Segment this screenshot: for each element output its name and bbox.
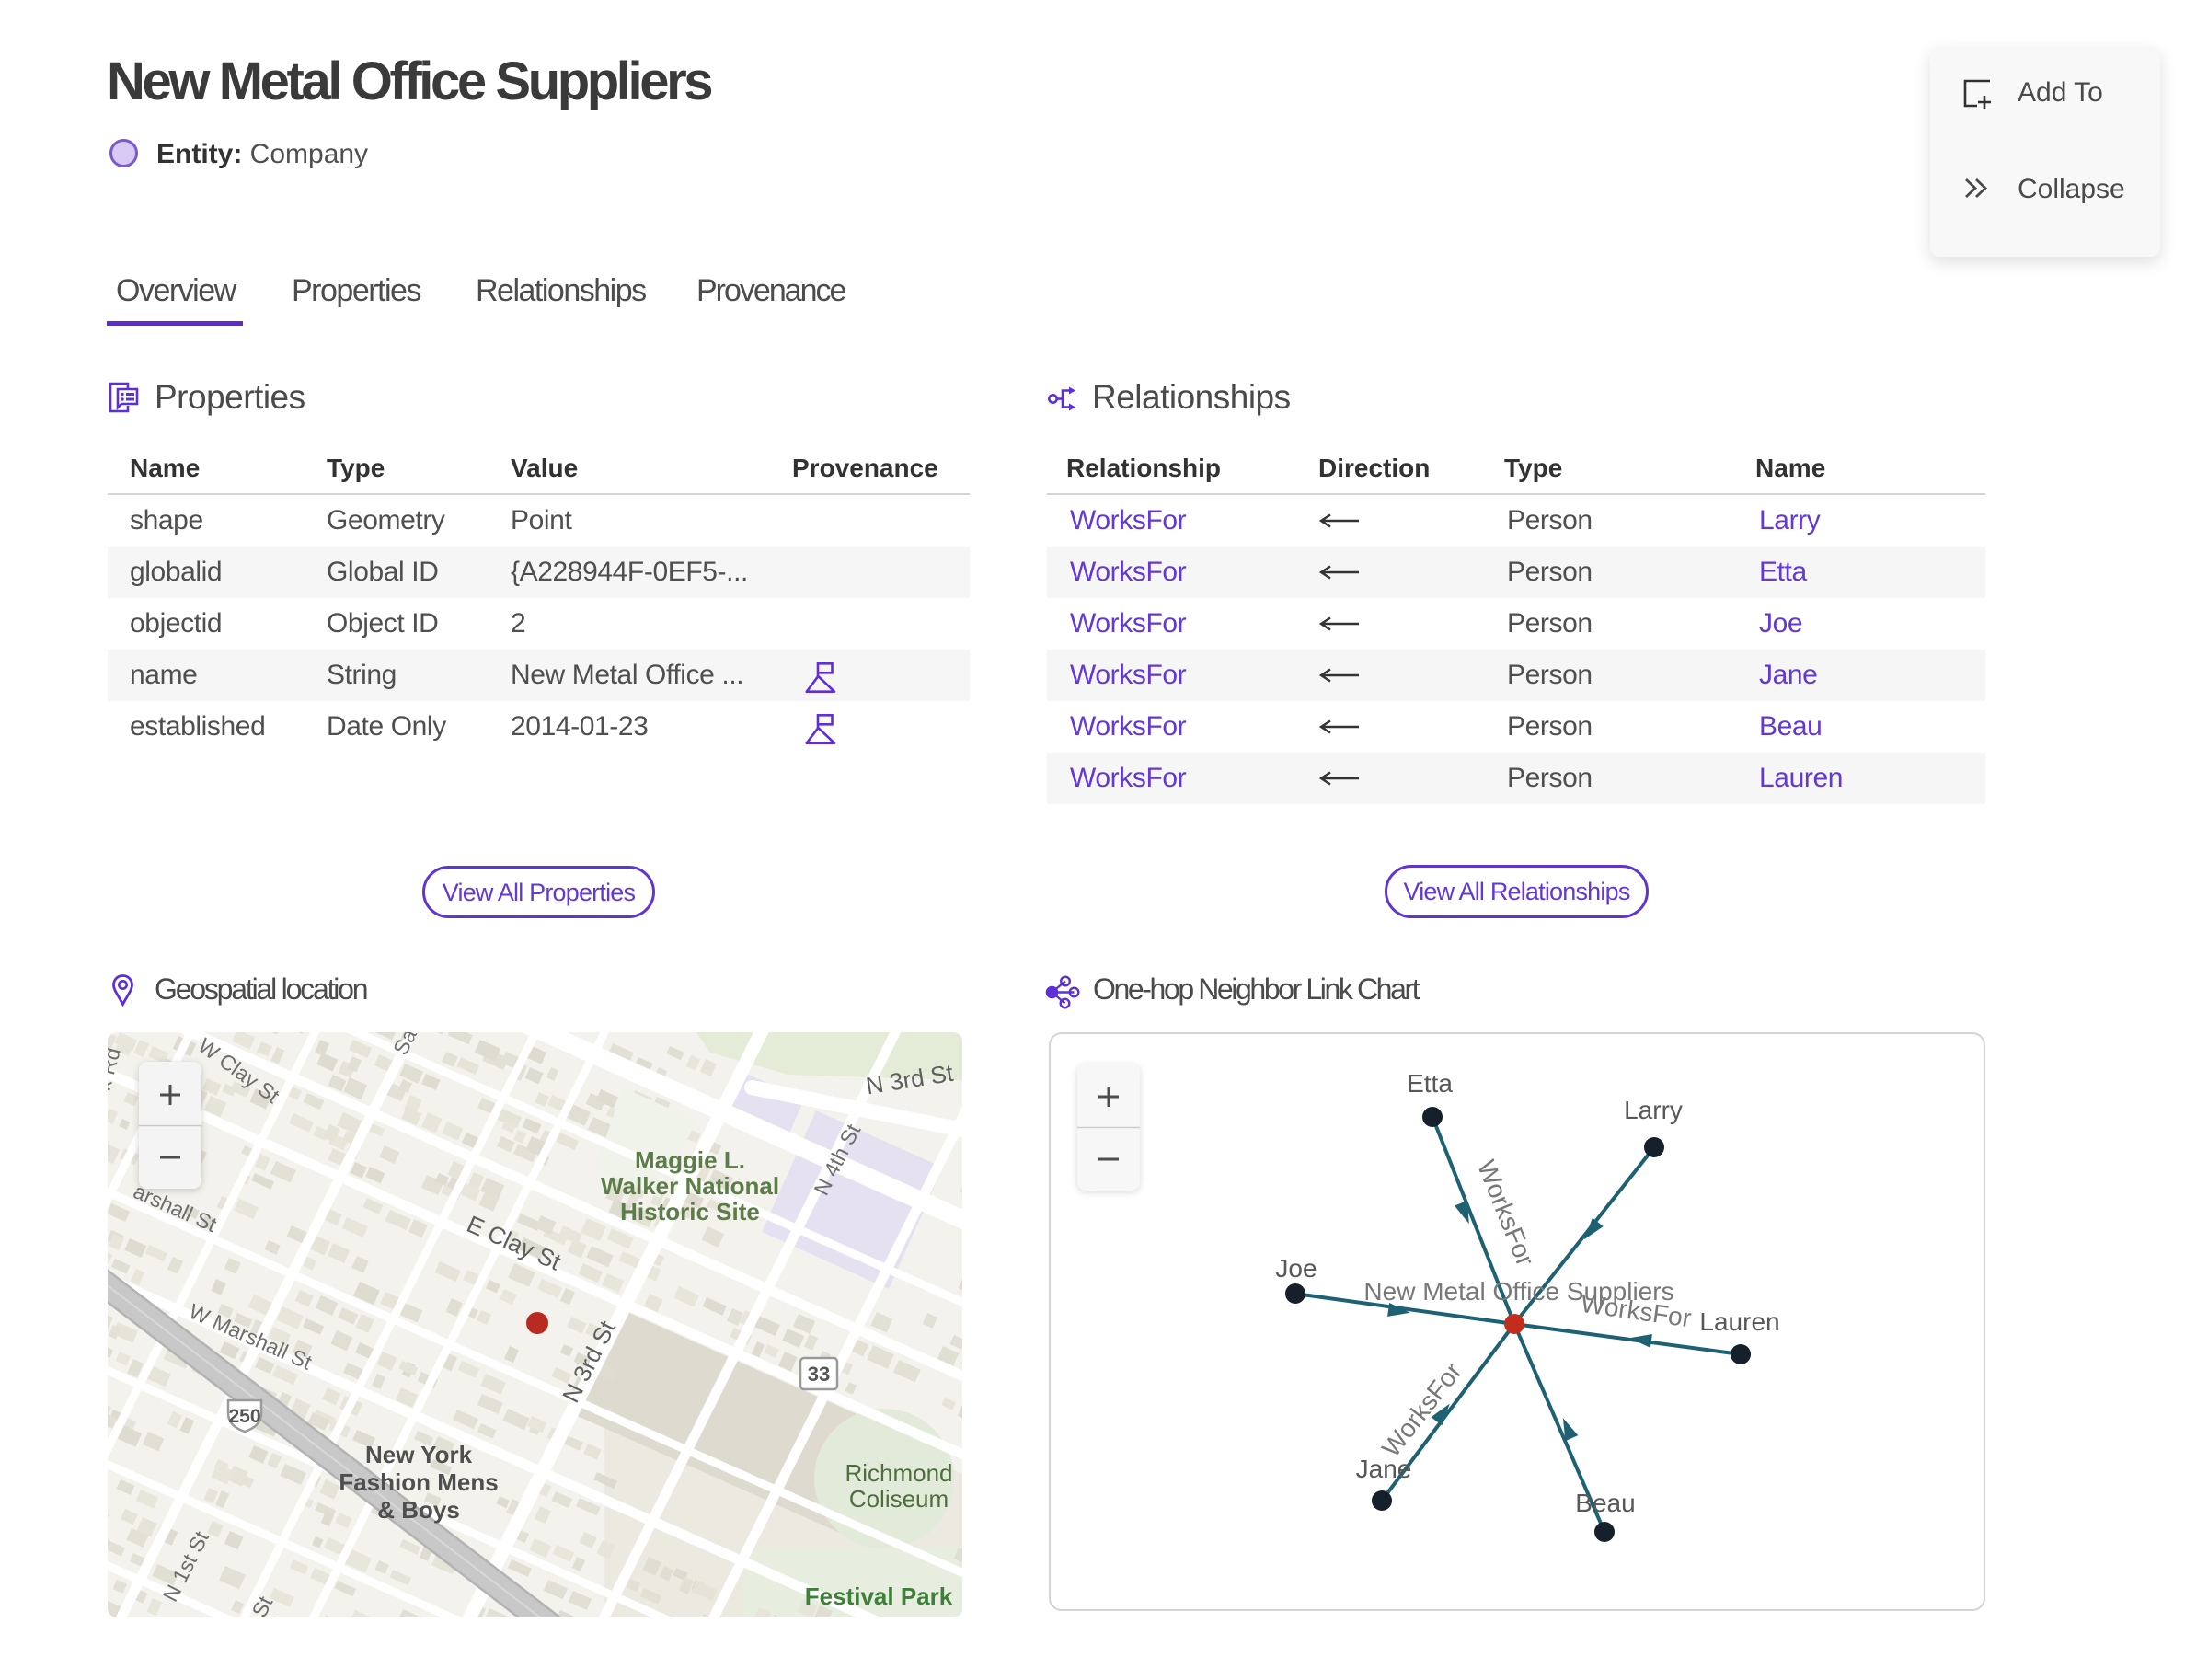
svg-text:Larry: Larry: [1624, 1096, 1683, 1124]
svg-text:Coliseum: Coliseum: [849, 1485, 949, 1513]
svg-text:Walker National: Walker National: [601, 1172, 779, 1200]
svg-text:Festival Park: Festival Park: [805, 1582, 953, 1610]
svg-text:Joe: Joe: [1275, 1254, 1317, 1283]
svg-text:Lauren: Lauren: [1699, 1307, 1779, 1336]
svg-text:Richmond: Richmond: [845, 1459, 952, 1487]
svg-text:250: 250: [228, 1406, 260, 1427]
svg-text:Jane: Jane: [1356, 1455, 1412, 1483]
svg-text:Maggie L.: Maggie L.: [635, 1146, 745, 1174]
svg-text:& Boys: & Boys: [377, 1496, 460, 1524]
svg-text:Historic Site: Historic Site: [620, 1198, 760, 1225]
svg-text:New York: New York: [365, 1441, 473, 1468]
svg-text:WorksFor: WorksFor: [1579, 1289, 1693, 1333]
svg-text:Fashion Mens: Fashion Mens: [339, 1468, 498, 1496]
svg-text:Beau: Beau: [1575, 1489, 1635, 1517]
svg-text:Etta: Etta: [1407, 1069, 1453, 1098]
svg-text:WorksFor: WorksFor: [1472, 1156, 1540, 1271]
svg-text:33: 33: [808, 1363, 830, 1386]
